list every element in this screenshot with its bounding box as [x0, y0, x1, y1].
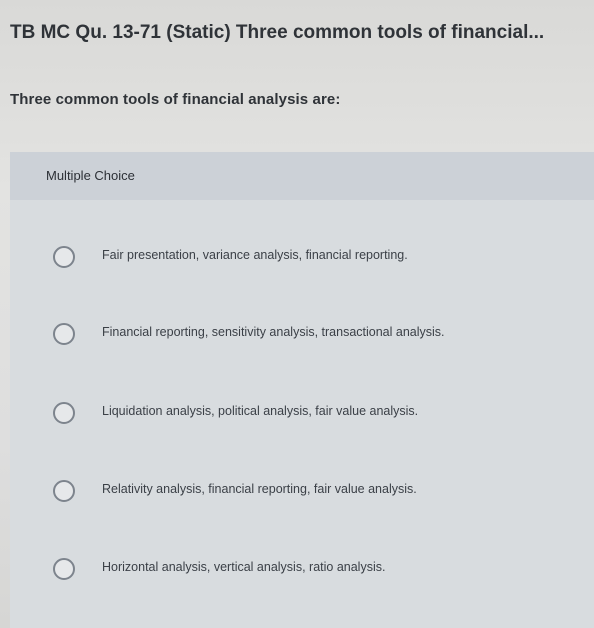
multiple-choice-panel: Multiple Choice Fair presentation, varia…: [10, 152, 594, 628]
multiple-choice-label: Multiple Choice: [46, 168, 135, 183]
answer-option-label: Horizontal analysis, vertical analysis, …: [102, 560, 386, 574]
answer-option-label: Relativity analysis, financial reporting…: [102, 482, 417, 496]
radio-unselected-icon[interactable]: [53, 558, 75, 580]
question-page: TB MC Qu. 13-71 (Static) Three common to…: [0, 0, 594, 628]
radio-unselected-icon[interactable]: [53, 323, 75, 345]
answer-option-label: Financial reporting, sensitivity analysi…: [102, 325, 445, 339]
radio-unselected-icon[interactable]: [53, 402, 75, 424]
answer-option-1[interactable]: Fair presentation, variance analysis, fi…: [10, 238, 594, 280]
answer-option-3[interactable]: Liquidation analysis, political analysis…: [10, 394, 594, 436]
answer-option-label: Fair presentation, variance analysis, fi…: [102, 248, 408, 262]
question-title: TB MC Qu. 13-71 (Static) Three common to…: [10, 22, 545, 43]
answer-option-5[interactable]: Horizontal analysis, vertical analysis, …: [10, 550, 594, 592]
answer-option-2[interactable]: Financial reporting, sensitivity analysi…: [10, 315, 594, 357]
question-stem: Three common tools of financial analysis…: [10, 91, 341, 108]
answer-option-label: Liquidation analysis, political analysis…: [102, 404, 419, 418]
answer-option-4[interactable]: Relativity analysis, financial reporting…: [10, 472, 594, 514]
radio-unselected-icon[interactable]: [53, 246, 75, 268]
radio-unselected-icon[interactable]: [53, 480, 75, 502]
multiple-choice-header: Multiple Choice: [10, 152, 594, 200]
